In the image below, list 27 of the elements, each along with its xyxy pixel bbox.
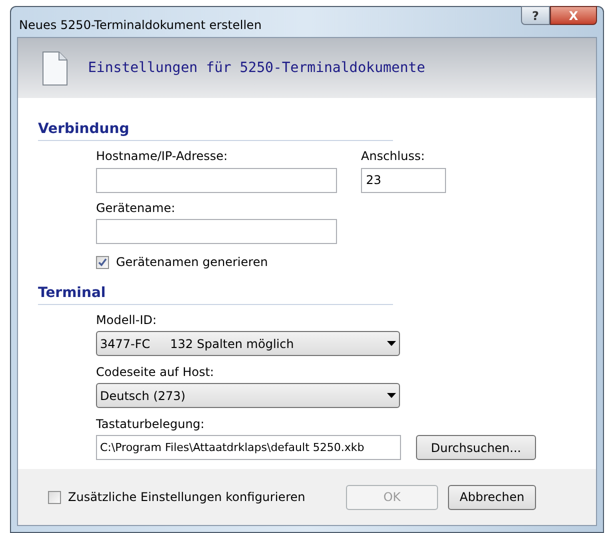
field-label: Anschluss: — [361, 148, 426, 165]
help-button[interactable]: ? — [521, 6, 550, 25]
field-label: Tastaturbelegung: — [96, 416, 206, 433]
hostname-field[interactable] — [96, 168, 337, 192]
codepage-dropdown[interactable]: Deutsch (273) — [96, 383, 400, 408]
model-dropdown[interactable]: 3477-FC 132 Spalten möglich — [96, 331, 400, 356]
field-label: Gerätename: — [96, 200, 176, 216]
port-field[interactable]: 23 — [361, 168, 446, 192]
dialog-button[interactable]: Abbrechen — [448, 484, 536, 510]
section-heading: Verbindung — [38, 121, 130, 137]
section-heading: Terminal — [38, 285, 106, 301]
field-label: Hostname/IP-Adresse: — [96, 148, 229, 165]
header-title: Einstellungen für 5250-Terminaldokumente — [88, 58, 426, 78]
checkbox[interactable] — [96, 256, 109, 268]
dropdown-arrow-icon — [387, 341, 396, 346]
window-title: Neues 5250-Terminaldokument erstellen — [19, 17, 263, 34]
device-name-field[interactable] — [96, 219, 337, 244]
browse-button[interactable]: Durchsuchen... — [416, 435, 536, 460]
checkbox[interactable] — [48, 490, 61, 504]
checkbox-label: Gerätenamen generieren — [116, 254, 268, 271]
field-label: Modell-ID: — [96, 312, 158, 329]
checkmark-icon — [98, 258, 107, 266]
document-icon — [42, 50, 68, 86]
keymap-path-field[interactable]: C:\Program Files\Attaatdrklaps\default 5250.xkb — [96, 435, 401, 460]
checkbox-label: Zusätzliche Einstellungen konfigurieren — [68, 489, 306, 506]
dropdown-arrow-icon — [387, 393, 396, 398]
field-label: Codeseite auf Host: — [96, 364, 215, 381]
